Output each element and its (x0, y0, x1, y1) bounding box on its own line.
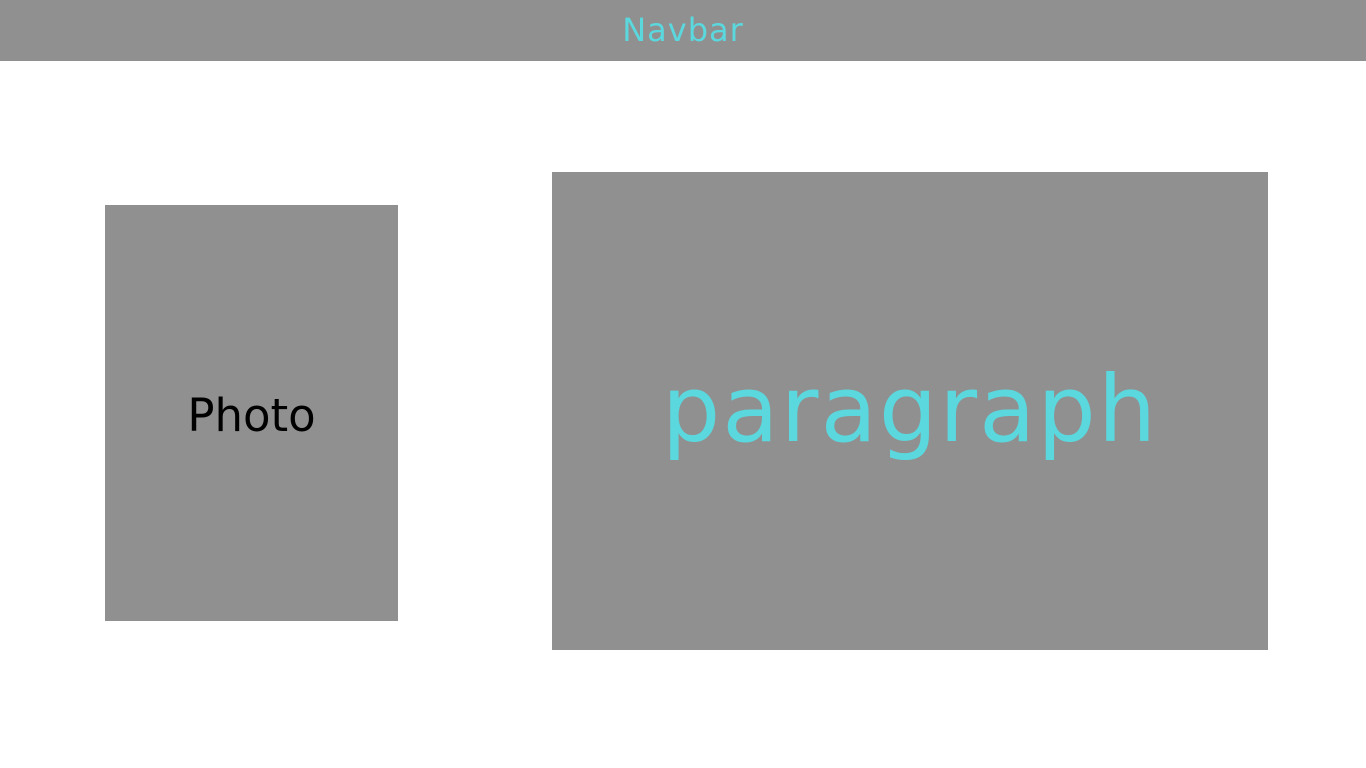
photo-label: Photo (187, 388, 316, 442)
navbar: Navbar (0, 0, 1366, 61)
photo-placeholder: Photo (105, 205, 398, 621)
paragraph-label: paragraph (661, 355, 1159, 463)
navbar-title: Navbar (622, 10, 744, 49)
paragraph-placeholder: paragraph (552, 172, 1268, 650)
